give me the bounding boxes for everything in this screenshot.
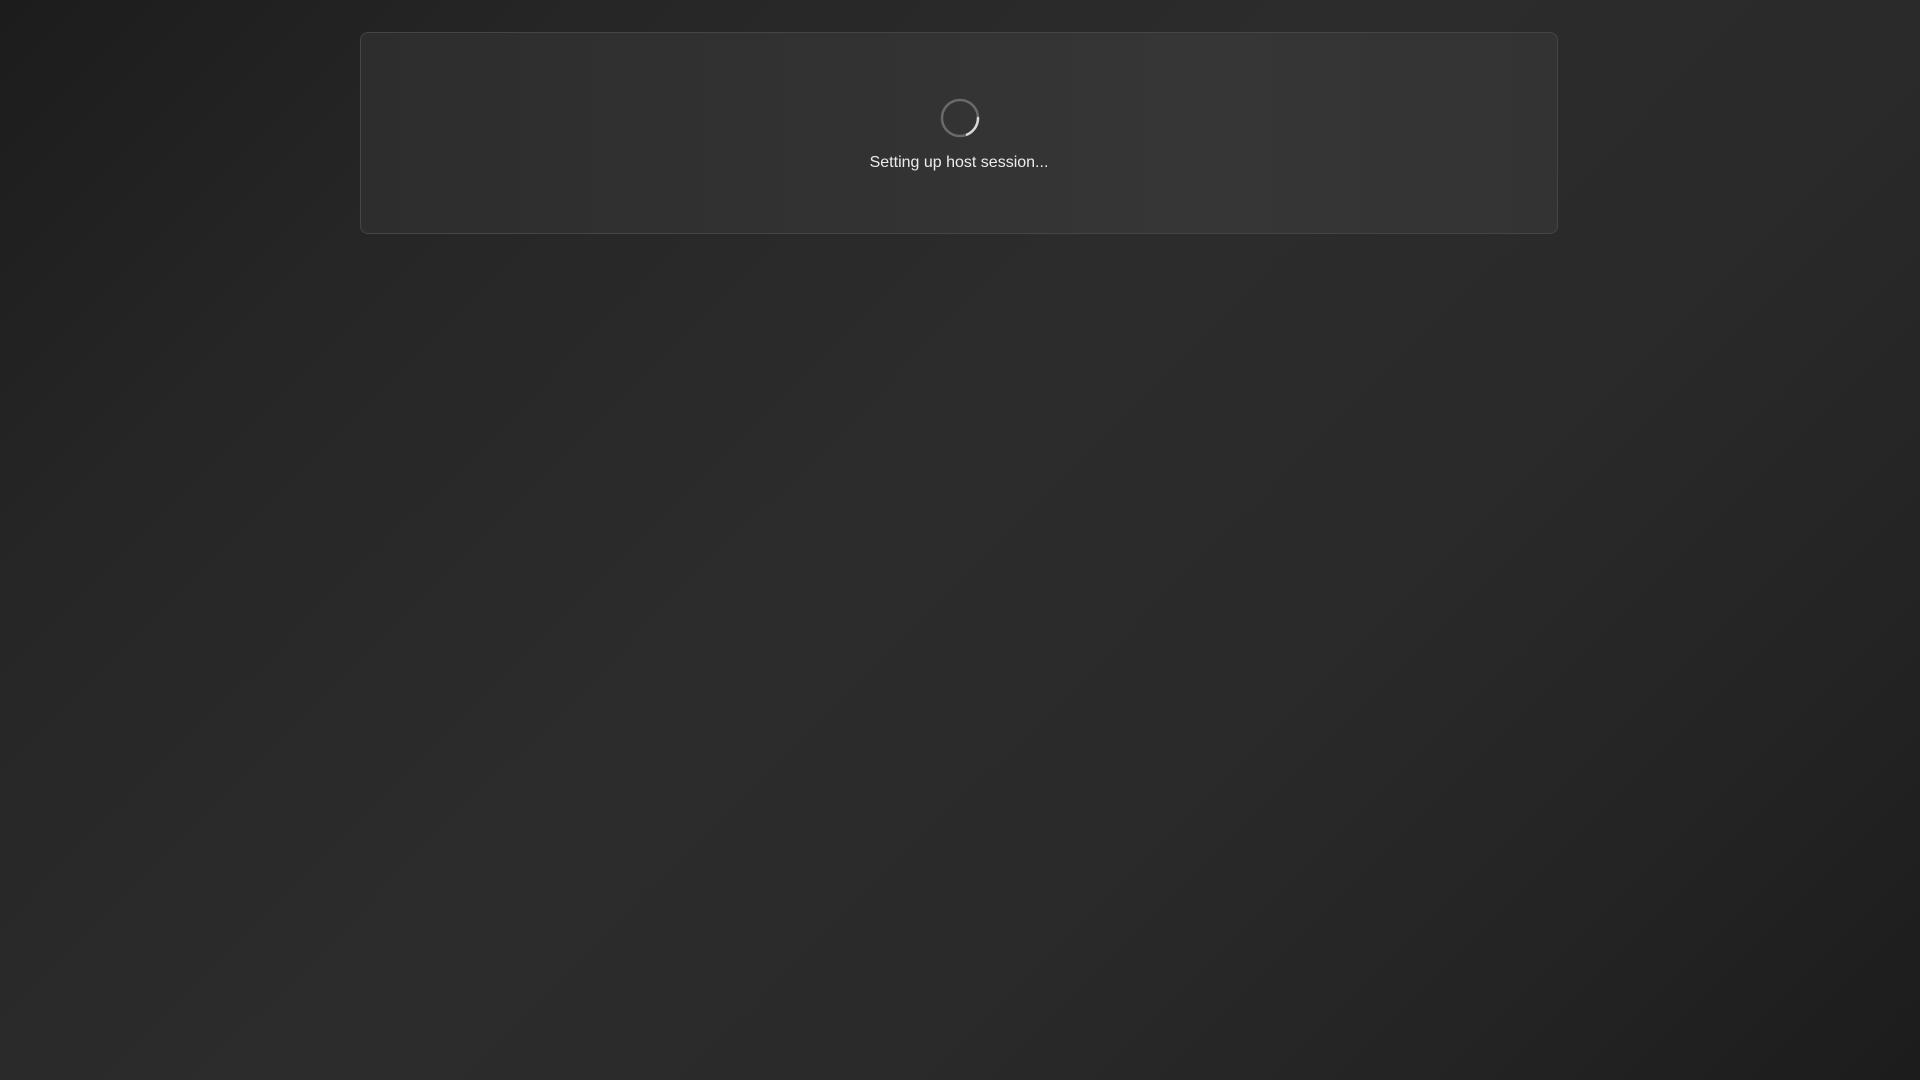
loading-card: Setting up host session...: [360, 32, 1558, 234]
spinner-icon: [940, 98, 980, 138]
status-text: Setting up host session...: [869, 154, 1049, 171]
